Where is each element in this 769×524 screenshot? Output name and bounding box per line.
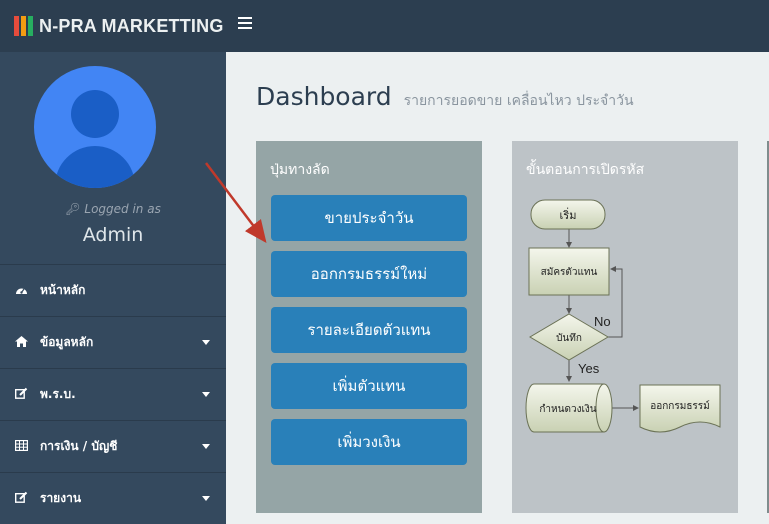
home-icon [14, 335, 28, 350]
page-subtitle: รายการยอดขาย เคลื่อนไหว ประจำวัน [403, 93, 634, 109]
dashboard-icon [14, 284, 28, 298]
sidebar-item-label: การเงิน / บัญชี [40, 439, 118, 453]
sidebar-item-label: ข้อมูลหลัก [40, 335, 94, 349]
sidebar-item-label: หน้าหลัก [40, 283, 86, 297]
table-icon [14, 439, 28, 454]
brand-name: N-PRA MARKETTING [39, 15, 224, 36]
chevron-down-icon [202, 444, 210, 449]
sidebar-nav: หน้าหลัก ข้อมูลหลัก พ.ร.บ. การเงิน / บัญ… [0, 264, 226, 524]
sidebar-item-label: พ.ร.บ. [40, 387, 76, 401]
shortcuts-title: ปุ่มทางลัด [270, 162, 330, 178]
flow-node-policy-label: ออกกรมธรรม์ [650, 400, 710, 412]
sidebar-item-finance[interactable]: การเงิน / บัญชี [0, 420, 226, 472]
flow-node-limit-label: กำหนดวงเงิน [539, 404, 596, 415]
chevron-down-icon [202, 340, 210, 345]
flow-node-save-label: บันทึก [556, 332, 582, 344]
edit-icon [14, 387, 28, 402]
sidebar-item-reports[interactable]: รายงาน [0, 472, 226, 524]
avatar [34, 66, 156, 188]
page-title: Dashboard รายการยอดขาย เคลื่อนไหว ประจำว… [256, 82, 634, 111]
new-policy-button[interactable]: ออกกรมธรรม์ใหม่ [271, 251, 467, 297]
add-credit-limit-button[interactable]: เพิ่มวงเงิน [271, 419, 467, 465]
flow-edge-yes-label: Yes [578, 361, 600, 376]
sidebar: 🔑︎ Logged in as Admin หน้าหลัก ข้อมูลหลัก… [0, 52, 226, 524]
key-icon: 🔑︎ [65, 202, 81, 216]
add-agent-button[interactable]: เพิ่มตัวแทน [271, 363, 467, 409]
flowchart-diagram: เริ่ม สมัครตัวแทน บันทึก No Yes กำหนดวงเ… [525, 199, 721, 433]
hamburger-menu-icon[interactable] [238, 17, 252, 31]
flow-node-apply-label: สมัครตัวแทน [541, 267, 598, 278]
sidebar-item-label: รายงาน [40, 491, 82, 505]
agent-details-button[interactable]: รายละเอียดตัวแทน [271, 307, 467, 353]
main-content: Dashboard รายการยอดขาย เคลื่อนไหว ประจำว… [226, 52, 769, 524]
flow-edge-no-label: No [594, 314, 611, 329]
top-navbar: N-PRA MARKETTING [0, 0, 769, 52]
flow-node-start-label: เริ่ม [560, 207, 577, 222]
edit-icon [14, 491, 28, 506]
daily-sales-button[interactable]: ขายประจำวัน [271, 195, 467, 241]
sidebar-item-pobo[interactable]: พ.ร.บ. [0, 368, 226, 420]
flowchart-panel: ขั้นตอนการเปิดรหัส เริ่ม สมัครตัวแทน บัน… [512, 141, 738, 513]
sidebar-item-home[interactable]: หน้าหลัก [0, 264, 226, 316]
sidebar-item-master-data[interactable]: ข้อมูลหลัก [0, 316, 226, 368]
shortcuts-panel: ปุ่มทางลัด ขายประจำวัน ออกกรมธรรม์ใหม่ ร… [256, 141, 482, 513]
chevron-down-icon [202, 496, 210, 501]
chevron-down-icon [202, 392, 210, 397]
user-name: Admin [82, 224, 144, 246]
logged-in-label: 🔑︎ Logged in as [65, 202, 161, 216]
logo-icon [14, 16, 33, 36]
brand-logo[interactable]: N-PRA MARKETTING [14, 15, 224, 37]
